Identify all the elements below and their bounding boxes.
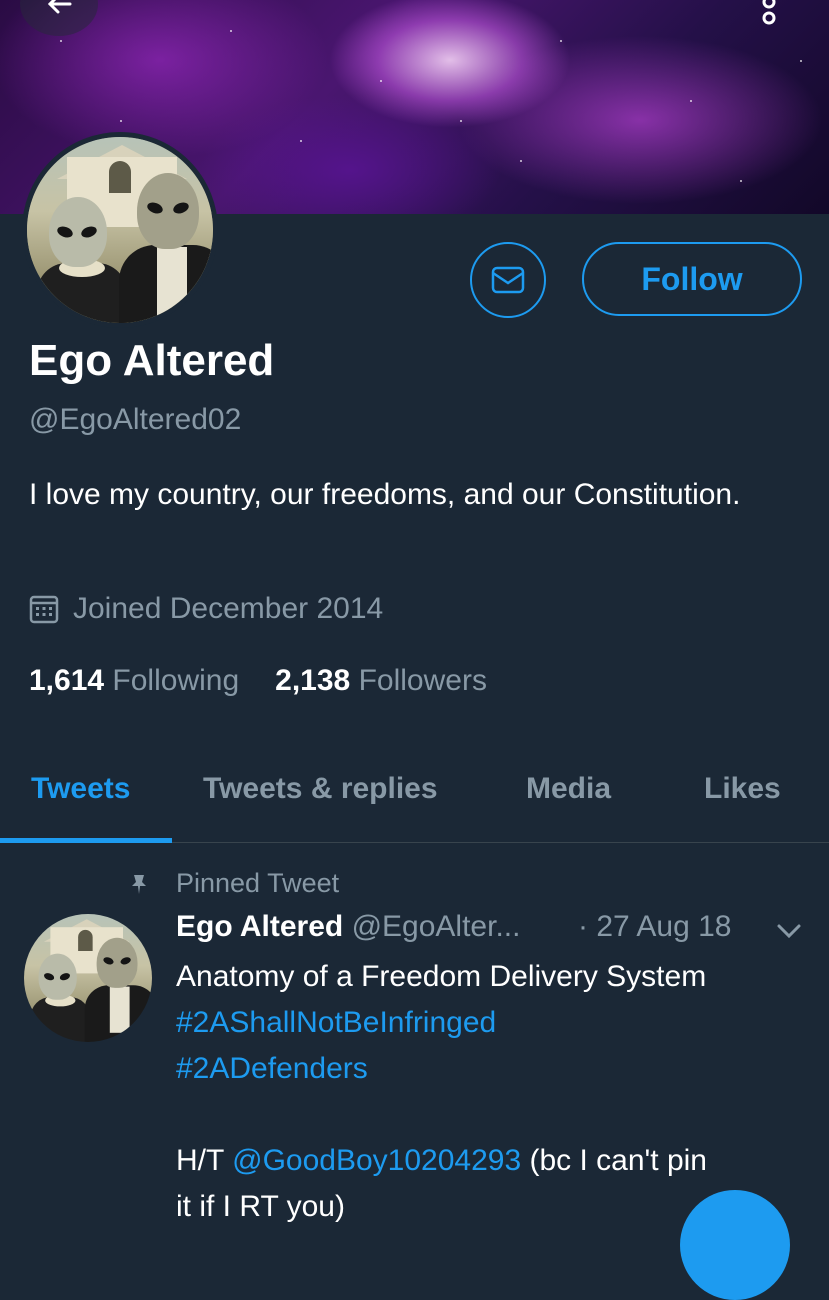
tweet-date[interactable]: · 27 Aug 18 — [578, 910, 731, 944]
joined-date: Joined December 2014 — [29, 592, 383, 626]
ht-suffix: (bc I can't pin — [529, 1144, 707, 1177]
tab-tweets[interactable]: Tweets — [31, 772, 130, 806]
tweet-author-name[interactable]: Ego Altered — [176, 910, 343, 943]
compose-tweet-button[interactable] — [680, 1190, 790, 1300]
tab-tweets-replies[interactable]: Tweets & replies — [203, 772, 438, 806]
mention-link[interactable]: @GoodBoy10204293 — [232, 1144, 521, 1177]
tweet-body: Anatomy of a Freedom Delivery System #2A… — [176, 954, 816, 1230]
back-arrow-icon — [48, 0, 72, 14]
chevron-down-icon[interactable] — [776, 922, 802, 940]
more-options-icon[interactable] — [758, 0, 780, 34]
hashtag-link[interactable]: #2AShallNotBeInfringed — [176, 1000, 816, 1046]
follow-button[interactable]: Follow — [582, 242, 802, 316]
followers-count: 2,138 — [275, 664, 351, 697]
pin-icon — [132, 874, 146, 894]
tweet-author-handle[interactable]: @EgoAlter... — [352, 910, 521, 943]
profile-actions: Follow — [0, 242, 829, 318]
tab-likes[interactable]: Likes — [704, 772, 781, 806]
ht-prefix: H/T — [176, 1144, 224, 1177]
profile-name: Ego Altered — [29, 336, 275, 385]
profile-tabs: Tweets Tweets & replies Media Likes — [0, 760, 829, 843]
tweet-avatar[interactable] — [24, 914, 152, 1042]
pinned-label: Pinned Tweet — [128, 868, 339, 899]
following-label: Following — [112, 664, 240, 697]
profile-bio: I love my country, our freedoms, and our… — [29, 478, 741, 511]
tweet-credit-line: H/T @GoodBoy10204293 (bc I can't pin — [176, 1138, 816, 1184]
tweet-line: Anatomy of a Freedom Delivery System — [176, 960, 707, 993]
tweet-header: Ego Altered @EgoAlter... · 27 Aug 18 — [176, 910, 731, 944]
follow-stats: 1,614 Following 2,138 Followers — [29, 664, 487, 698]
tab-media[interactable]: Media — [526, 772, 611, 806]
following-link[interactable]: 1,614 Following — [29, 664, 239, 697]
pinned-text: Pinned Tweet — [176, 868, 340, 898]
profile-handle: @EgoAltered02 — [29, 403, 242, 436]
mail-icon — [491, 265, 525, 300]
followers-link[interactable]: 2,138 Followers — [275, 664, 487, 697]
avatar-image — [24, 914, 152, 1042]
message-button[interactable] — [470, 242, 546, 318]
joined-text: Joined December 2014 — [73, 592, 384, 625]
hashtag-link[interactable]: #2ADefenders — [176, 1046, 816, 1092]
followers-label: Followers — [358, 664, 487, 697]
calendar-icon — [29, 595, 59, 624]
following-count: 1,614 — [29, 664, 105, 697]
active-tab-indicator — [0, 838, 172, 843]
